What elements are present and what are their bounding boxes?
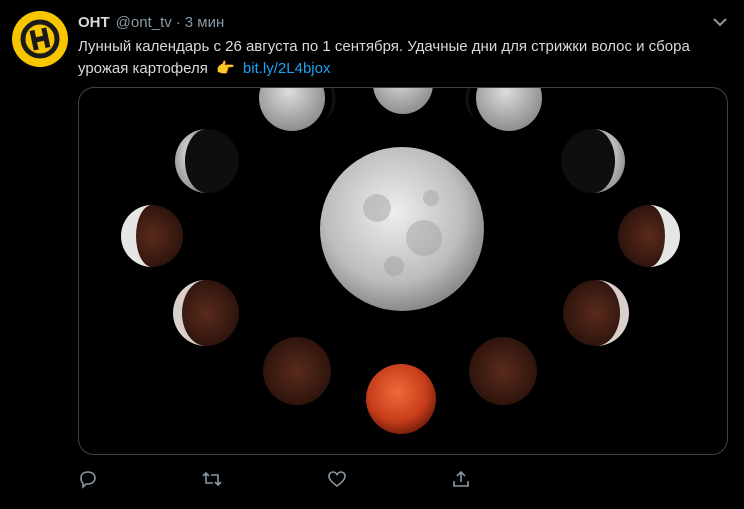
separator-dot: ·	[175, 13, 181, 31]
tweet-media-image[interactable]	[78, 87, 728, 455]
ont-logo-icon	[20, 19, 60, 59]
reply-button[interactable]	[77, 468, 99, 490]
share-icon	[453, 470, 469, 487]
retweet-icon	[202, 471, 222, 487]
tweet-time[interactable]: 3 мин	[185, 14, 225, 31]
share-button[interactable]	[450, 468, 472, 490]
retweet-button[interactable]	[201, 468, 223, 490]
chevron-down-icon	[713, 17, 727, 26]
tweet-header: ОНТ @ont_tv · 3 мин	[78, 12, 224, 32]
heart-icon	[328, 471, 346, 488]
author-handle[interactable]: @ont_tv	[116, 14, 172, 31]
pointing-hand-emoji: 👉	[216, 60, 235, 77]
tweet-link[interactable]: bit.ly/2L4bjox	[243, 60, 331, 77]
like-button[interactable]	[326, 468, 348, 490]
tweet-body: Лунный календарь с 26 августа по 1 сентя…	[78, 38, 690, 77]
tweet-actions	[0, 468, 744, 494]
reply-icon	[80, 471, 96, 489]
tweet-text: Лунный календарь с 26 августа по 1 сентя…	[78, 36, 718, 80]
author-name[interactable]: ОНТ	[78, 14, 110, 31]
lunar-phases-image	[121, 88, 680, 434]
more-menu-button[interactable]	[710, 12, 730, 32]
avatar[interactable]	[12, 11, 68, 67]
